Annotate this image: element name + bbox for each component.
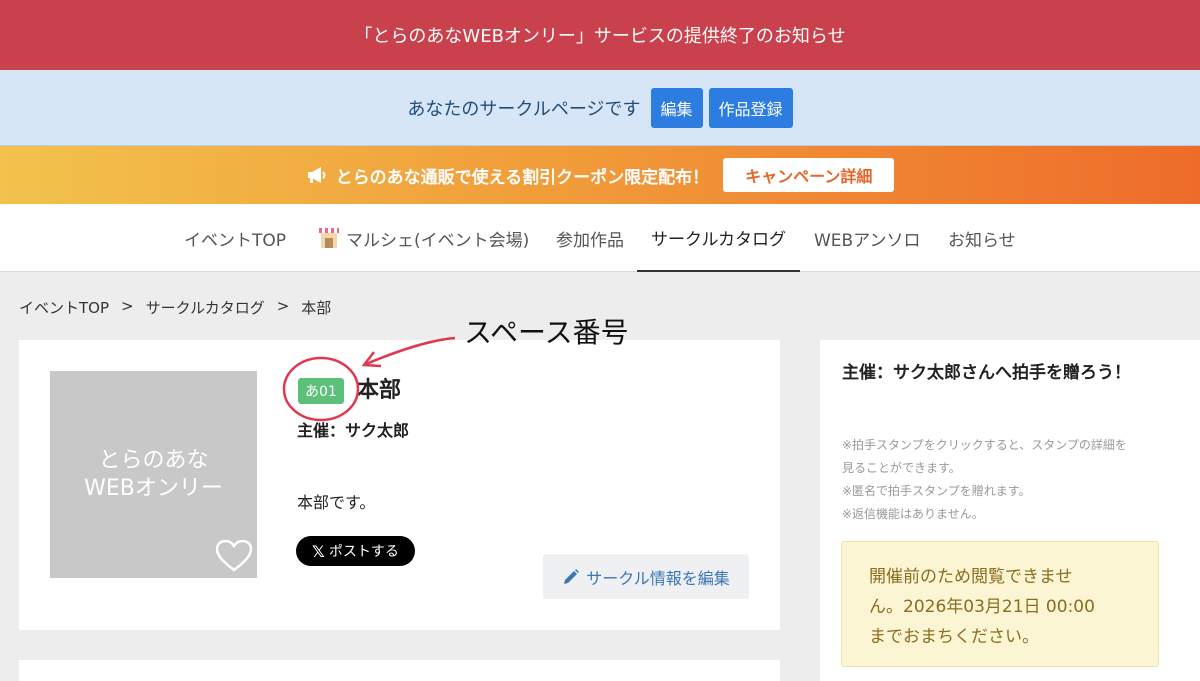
nav-item-web-anthology[interactable]: WEBアンソロ	[814, 204, 921, 272]
breadcrumb-current: 本部	[301, 299, 332, 317]
nav-item-circle-catalog[interactable]: サークルカタログ	[637, 204, 800, 272]
applause-title: 主催：サク太郎さんへ拍手を贈ろう！	[842, 363, 1131, 383]
space-number-badge: あ01	[298, 378, 344, 404]
marche-shop-icon	[319, 228, 339, 248]
owner-bar-text: あなたのサークルページです	[407, 98, 641, 120]
edit-button[interactable]: 編集	[650, 87, 703, 128]
applause-notes: ※拍手スタンプをクリックすると、スタンプの詳細を 見ることができます。 ※匿名で…	[842, 438, 1127, 521]
circle-name: 本部	[357, 378, 402, 403]
breadcrumb-separator: >	[121, 297, 134, 315]
nav-item-label: マルシェ(イベント会場)	[346, 230, 530, 251]
toranoana-logo: とらのあな WEBオンリー	[84, 447, 223, 501]
owner-bar: あなたのサークルページです 編集 作品登録	[0, 70, 1200, 146]
campaign-bar: とらのあな通販で使える割引クーポン限定配布！ キャンペーン詳細	[0, 146, 1200, 204]
nav-item-label: お知らせ	[948, 230, 1016, 251]
edit-circle-info-button[interactable]: サークル情報を編集	[543, 554, 749, 599]
secondary-card	[19, 660, 780, 681]
campaign-text: とらのあな通販で使える割引クーポン限定配布！	[335, 167, 710, 188]
breadcrumb-event-top[interactable]: イベントTOP	[19, 297, 109, 318]
nav-item-news[interactable]: お知らせ	[948, 204, 1016, 272]
nav-item-event-top[interactable]: イベントTOP	[184, 204, 286, 272]
edit-circle-info-label: サークル情報を編集	[586, 568, 730, 588]
nav-item-label: 参加作品	[556, 230, 624, 251]
campaign-detail-button[interactable]: キャンペーン詳細	[723, 158, 895, 192]
x-post-button[interactable]: 𝕏 ポストする	[296, 536, 415, 566]
nav-item-label: サークルカタログ	[651, 229, 786, 250]
nav-item-label: イベントTOP	[184, 230, 287, 251]
campaign-message: とらのあな通販で使える割引クーポン限定配布！	[306, 163, 710, 188]
nav-item-works[interactable]: 参加作品	[556, 204, 624, 272]
circle-card: とらのあな WEBオンリー あ01 本部 主催：サク太郎 本部です。 𝕏 ポスト…	[19, 340, 780, 630]
breadcrumb-separator: >	[276, 297, 290, 315]
circle-thumbnail: とらのあな WEBオンリー	[50, 371, 257, 578]
applause-card: 主催：サク太郎さんへ拍手を贈ろう！ ※拍手スタンプをクリックすると、スタンプの詳…	[820, 340, 1200, 681]
nav-item-label: WEBアンソロ	[814, 230, 921, 251]
pencil-icon	[564, 568, 580, 584]
x-logo-icon: 𝕏	[312, 541, 325, 561]
breadcrumb-circle-catalog[interactable]: サークルカタログ	[146, 297, 265, 318]
nav-item-marche[interactable]: マルシェ(イベント会場)	[318, 204, 529, 272]
notice-text: 「とらのあなWEBオンリー」サービスの提供終了のお知らせ	[354, 26, 846, 47]
annotation-label: スペース番号	[464, 316, 629, 349]
breadcrumb: イベントTOP > サークルカタログ > 本部	[19, 297, 331, 318]
register-work-button[interactable]: 作品登録	[708, 87, 793, 128]
not-open-alert: 開催前のため閲覧できませ ん。2026年03月21日 00:00 までおまちくだ…	[841, 541, 1159, 667]
organizer-name: 主催：サク太郎	[297, 421, 410, 440]
service-end-notice[interactable]: 「とらのあなWEBオンリー」サービスの提供終了のお知らせ	[0, 0, 1200, 70]
x-post-label: ポストする	[328, 544, 399, 560]
circle-description: 本部です。	[297, 493, 376, 512]
main-nav: イベントTOP マルシェ(イベント会場) 参加作品 サークルカタログ WEBアン…	[0, 204, 1200, 272]
heart-icon[interactable]	[216, 540, 252, 572]
megaphone-icon	[307, 167, 326, 183]
